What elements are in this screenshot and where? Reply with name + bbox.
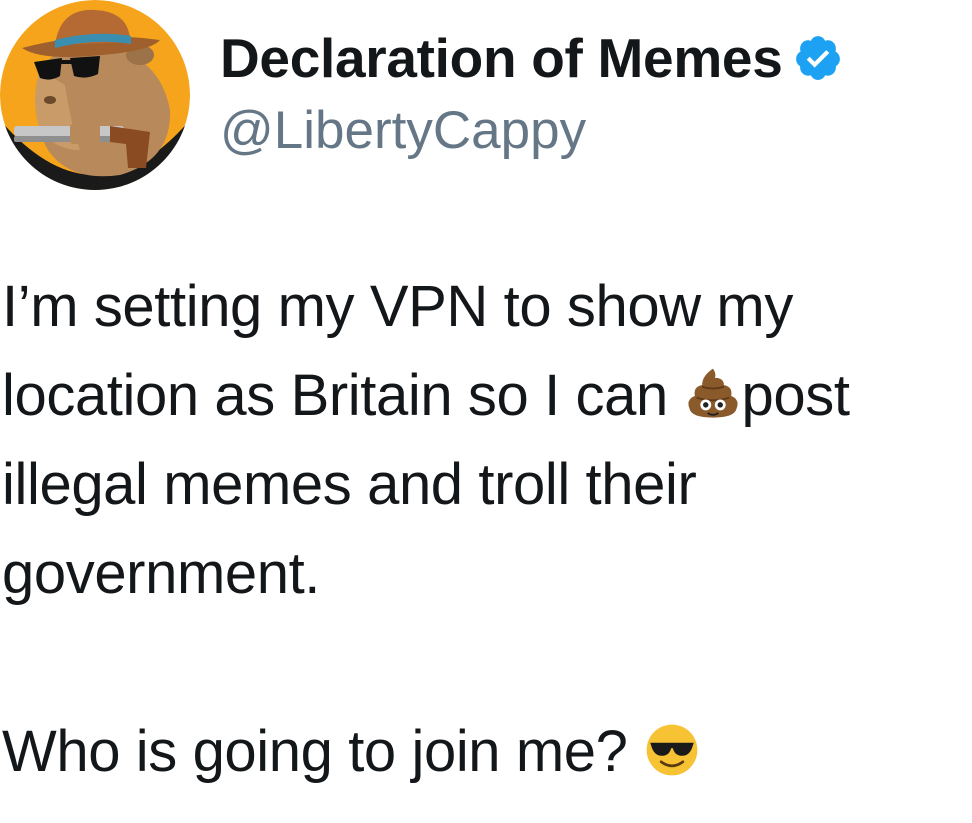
account-names: Declaration of Memes @LibertyCappy bbox=[220, 22, 843, 161]
account-handle[interactable]: @LibertyCappy bbox=[220, 100, 843, 161]
tweet: Declaration of Memes @LibertyCappy I’m s… bbox=[0, 0, 972, 823]
display-name[interactable]: Declaration of Memes bbox=[220, 26, 783, 90]
tweet-line: Who is going to join me? bbox=[2, 707, 972, 796]
capybara-cowboy-avatar-icon bbox=[0, 0, 190, 190]
tweet-line-text: post bbox=[741, 363, 850, 428]
tweet-line: location as Britain so I can post bbox=[2, 351, 972, 440]
verified-badge-icon bbox=[793, 33, 843, 83]
display-name-row[interactable]: Declaration of Memes bbox=[220, 22, 843, 94]
tweet-header: Declaration of Memes @LibertyCappy bbox=[0, 0, 972, 200]
tweet-line-text: Who is going to join me? bbox=[2, 719, 628, 784]
avatar[interactable] bbox=[0, 0, 190, 190]
tweet-line: I’m setting my VPN to show my bbox=[2, 274, 793, 339]
tweet-text: I’m setting my VPN to show my location a… bbox=[2, 262, 972, 796]
tweet-line: illegal memes and troll their bbox=[2, 452, 697, 517]
tweet-line: government. bbox=[2, 541, 320, 606]
pile-of-poo-icon bbox=[684, 359, 742, 418]
tweet-line-text: location as Britain so I can bbox=[2, 363, 668, 428]
smiling-face-with-sunglasses-icon bbox=[643, 715, 701, 776]
